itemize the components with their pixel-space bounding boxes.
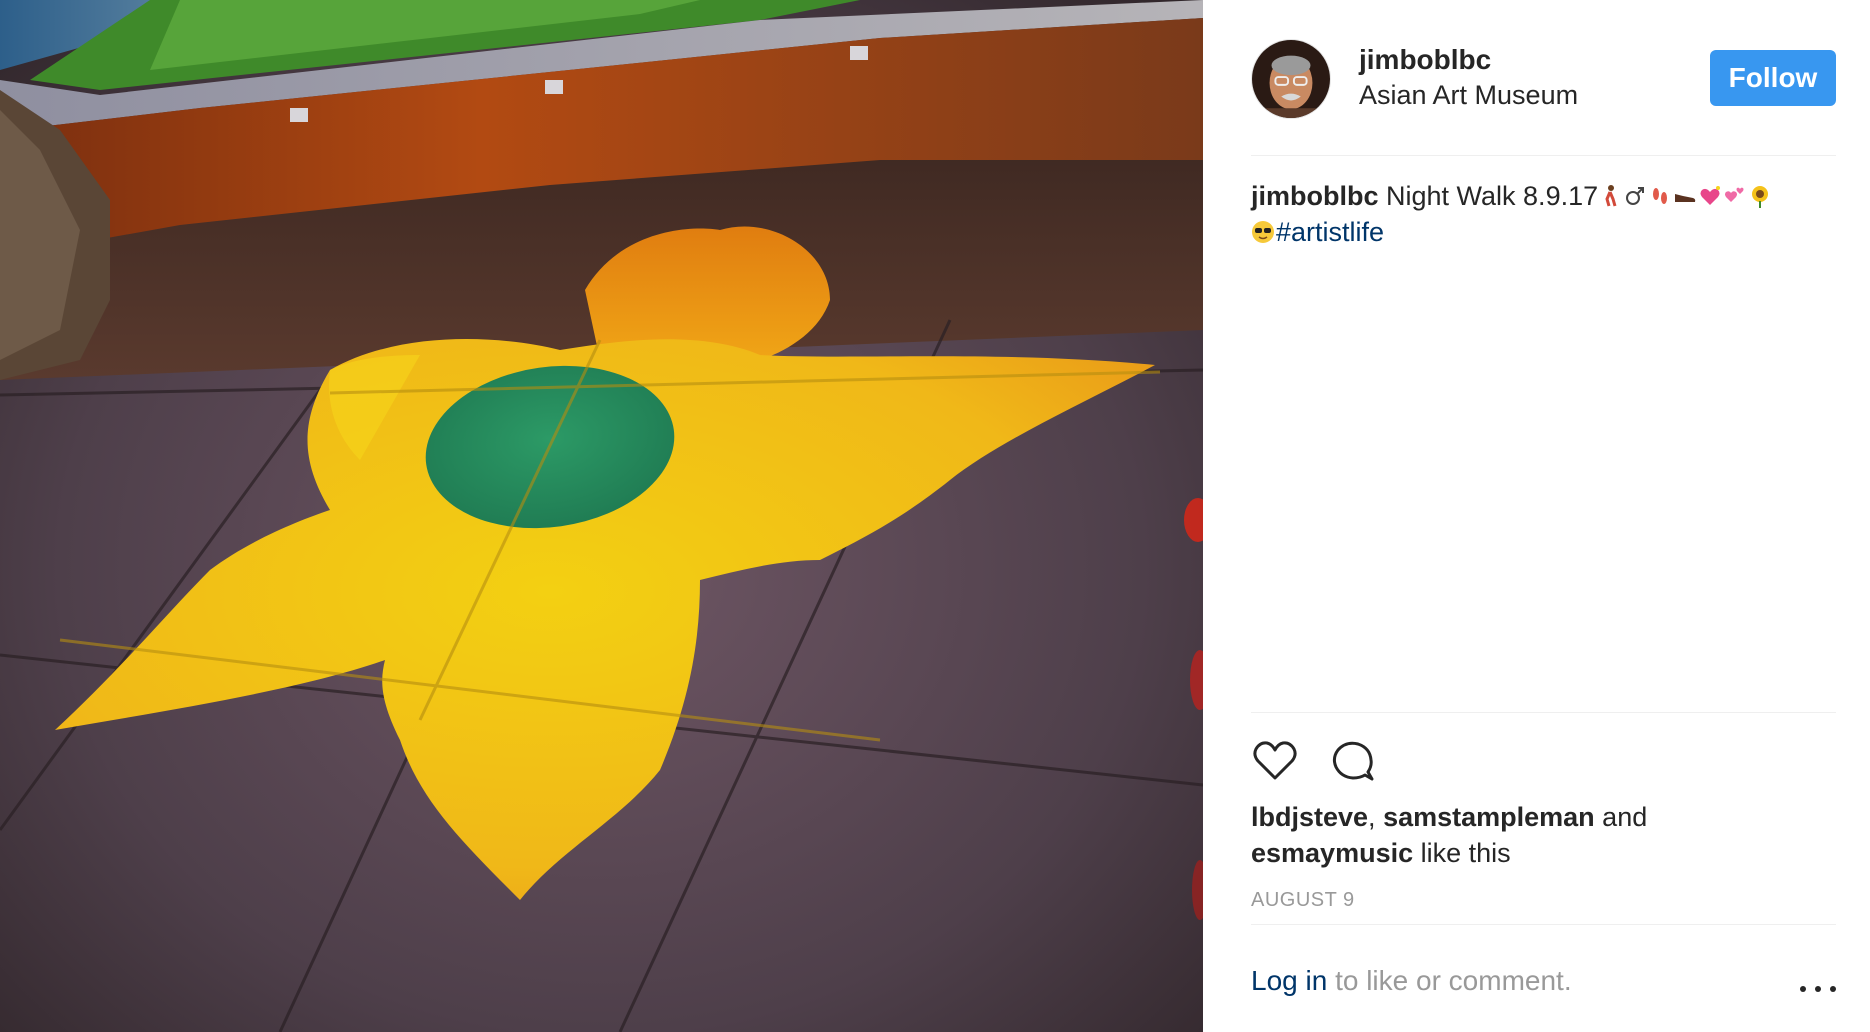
- action-icons: [1251, 737, 1377, 785]
- avatar[interactable]: [1251, 39, 1331, 119]
- header-username[interactable]: jimboblbc: [1359, 44, 1491, 76]
- footprints-emoji: [1653, 188, 1668, 204]
- caption-text: Night Walk 8.9.17: [1386, 181, 1599, 211]
- instagram-post: jimboblbc Asian Art Museum Follow jimbob…: [0, 0, 1870, 1032]
- liker-link[interactable]: lbdjsteve: [1251, 802, 1368, 832]
- follow-button[interactable]: Follow: [1710, 50, 1836, 106]
- more-options-icon: [1800, 986, 1806, 992]
- post-caption: jimboblbc Night Walk 8.9.17 #artistlife: [1251, 178, 1836, 250]
- login-prompt-text: to like or comment.: [1327, 965, 1572, 996]
- two-hearts-emoji: [1725, 187, 1744, 202]
- post-actions: lbdjsteve, samstampleman and esmaymusic l…: [1251, 712, 1836, 911]
- person-walking-emoji: [1605, 185, 1617, 207]
- comment-button[interactable]: [1329, 737, 1377, 785]
- more-options-button[interactable]: [1800, 977, 1836, 1001]
- login-link[interactable]: Log in: [1251, 965, 1327, 996]
- post-header: jimboblbc Asian Art Museum Follow: [1251, 36, 1836, 156]
- likes-summary: lbdjsteve, samstampleman and esmaymusic l…: [1251, 799, 1836, 871]
- more-options-icon: [1815, 986, 1821, 992]
- likes-suffix: like this: [1413, 838, 1511, 868]
- male-sign-emoji: [1626, 187, 1645, 205]
- login-prompt: Log in to like or comment.: [1251, 965, 1572, 997]
- caption-username[interactable]: jimboblbc: [1251, 181, 1379, 211]
- sunflower-emoji: [1752, 186, 1769, 208]
- sparkling-heart-emoji: [1700, 186, 1721, 205]
- like-button[interactable]: [1251, 737, 1299, 785]
- post-footer: Log in to like or comment.: [1251, 924, 1836, 1032]
- post-photo[interactable]: [0, 0, 1203, 1032]
- comment-icon: [1332, 741, 1374, 781]
- heart-icon: [1253, 741, 1297, 780]
- header-location[interactable]: Asian Art Museum: [1359, 80, 1578, 111]
- photo-sidewalk-flower: [0, 0, 1203, 1032]
- liker-link[interactable]: esmaymusic: [1251, 838, 1413, 868]
- shoe-emoji: [1675, 194, 1696, 202]
- sunglasses-emoji: [1252, 221, 1274, 243]
- likes-separator: ,: [1368, 802, 1384, 832]
- likes-and-text: and: [1594, 802, 1648, 832]
- avatar-icon: [1252, 40, 1330, 118]
- post-side-panel: jimboblbc Asian Art Museum Follow jimbob…: [1203, 0, 1870, 1032]
- caption-hashtag[interactable]: #artistlife: [1276, 217, 1384, 247]
- liker-link[interactable]: samstampleman: [1383, 802, 1595, 832]
- post-date[interactable]: AUGUST 9: [1251, 889, 1355, 912]
- more-options-icon: [1830, 986, 1836, 992]
